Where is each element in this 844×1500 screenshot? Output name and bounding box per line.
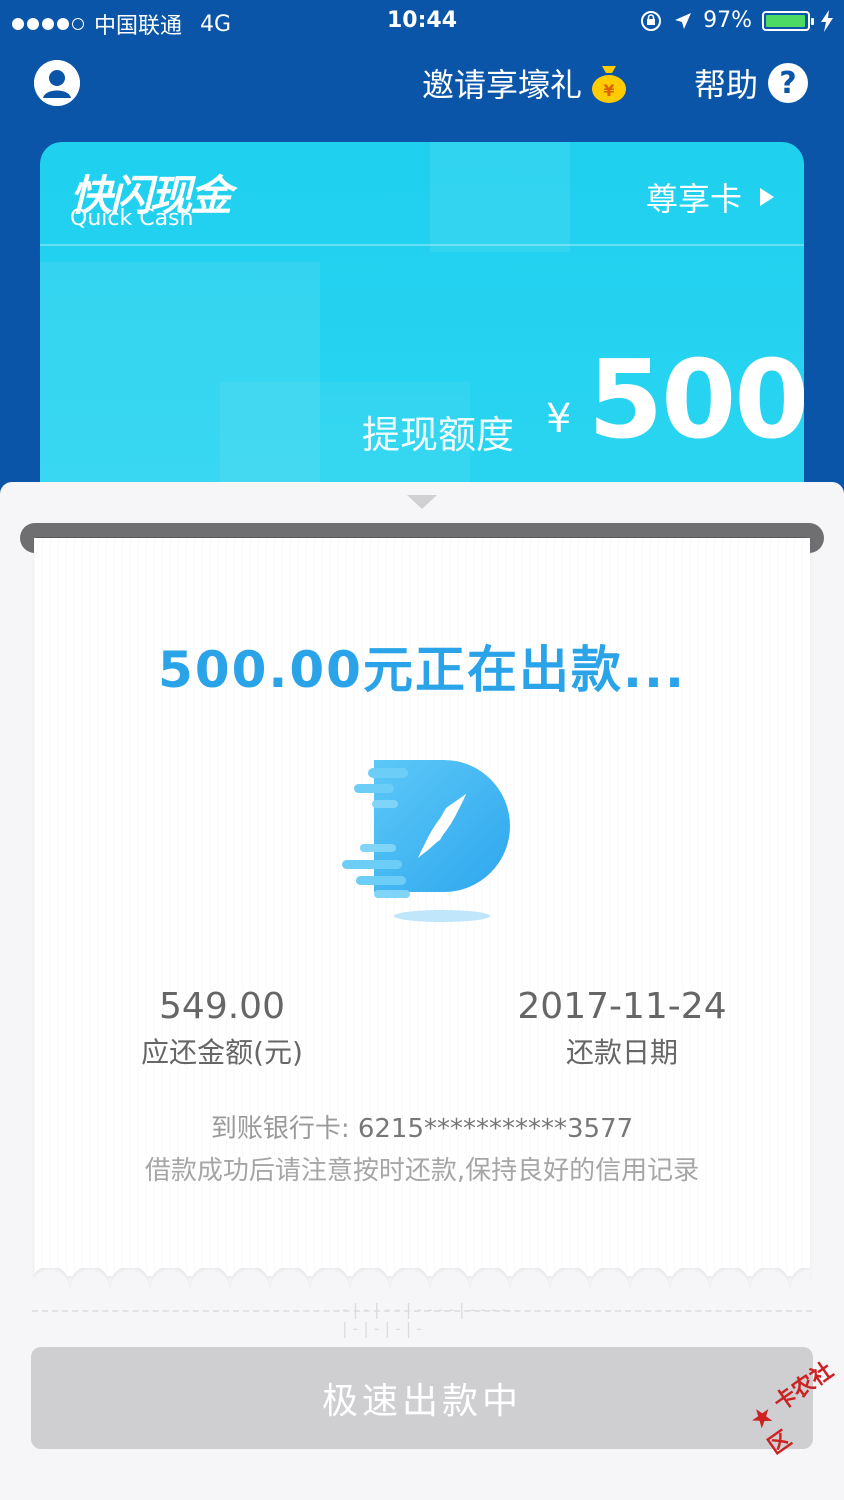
receipt: 500.00元正在出款... 549.00 应还金额(元) 2017-11-24… [34,538,810,1276]
play-arrow-icon [760,188,774,206]
brand-subtitle: Quick Cash [70,206,194,231]
card-divider [40,244,804,246]
tear-marks: -|-|--|----|----|-|-|-|- [340,1300,511,1338]
bank-card-info: 到账银行卡: 6215***********3577 [34,1108,810,1145]
repay-amount-label: 应还金额(元) [141,1036,303,1069]
svg-text:¥: ¥ [603,81,614,100]
disbursement-sheet: 500.00元正在出款... 549.00 应还金额(元) 2017-11-24… [0,482,844,1500]
status-bar: 中国联通 4G 10:44 97% [0,0,844,44]
repayment-notice: 借款成功后请注意按时还款,保持良好的信用记录 [144,1156,700,1186]
rotation-lock-icon [641,10,662,31]
user-icon [34,60,80,106]
collapse-indicator-icon[interactable] [407,495,437,509]
charging-icon [821,9,833,32]
receipt-edge [34,1268,810,1290]
repay-amount: 549.00 应还金额(元) [102,986,342,1071]
disbursing-button[interactable]: 极速出款中 [31,1347,813,1449]
repay-amount-value: 549.00 [159,986,285,1027]
status-right: 97% [639,8,834,33]
limit-label: 提现额度 [362,413,515,457]
help-link[interactable]: 帮助 ? [694,60,808,106]
status-title: 500.00元正在出款... [158,641,686,699]
bank-card-label: 到账银行卡: [210,1114,358,1144]
location-icon [675,12,692,29]
repay-date-label: 还款日期 [565,1036,678,1069]
battery-percent: 97% [703,8,752,33]
tier-link[interactable]: 尊享卡 [646,174,774,220]
profile-avatar[interactable] [34,60,80,106]
help-icon: ? [768,63,808,103]
invite-link[interactable]: 邀请享壕礼 ¥ [422,60,628,106]
app-header: 邀请享壕礼 ¥ 帮助 ? [0,44,844,124]
limit-currency: ¥ [546,396,572,442]
money-bag-icon: ¥ [592,66,627,103]
quick-coin-icon [342,760,510,922]
bank-card-number: 6215***********3577 [357,1114,634,1144]
limit-amount: 500 [588,338,804,463]
help-label: 帮助 [693,66,758,104]
repay-date: 2017-11-24 还款日期 [502,986,742,1071]
repay-date-value: 2017-11-24 [517,986,727,1027]
tier-label: 尊享卡 [645,180,742,218]
battery-icon [762,10,814,31]
invite-label: 邀请享壕礼 [422,66,583,104]
